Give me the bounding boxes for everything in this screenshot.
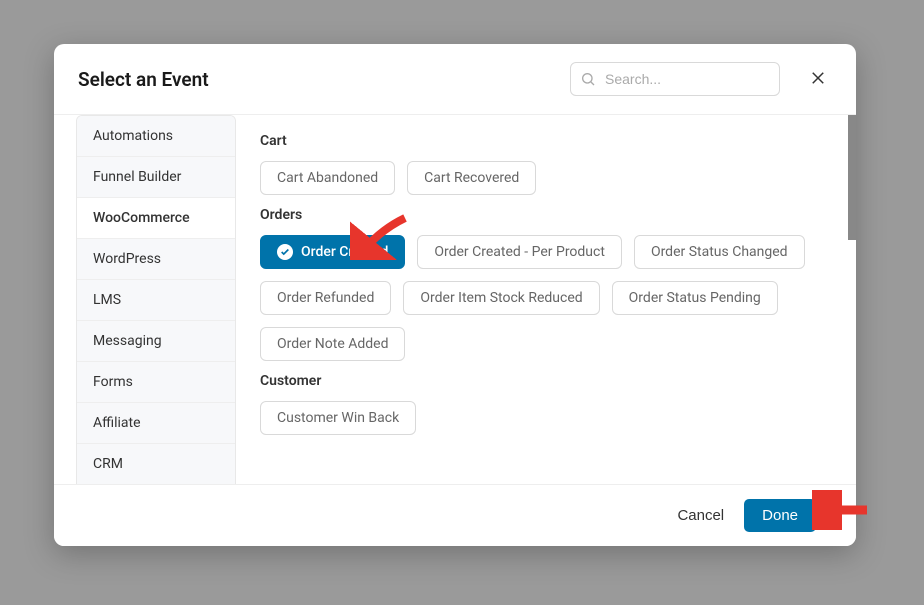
sidebar-item-wordpress[interactable]: WordPress [77,239,235,280]
sidebar-item-affiliate[interactable]: Affiliate [77,403,235,444]
chip-label: Cart Recovered [424,170,519,186]
sidebar-item-forms[interactable]: Forms [77,362,235,403]
sidebar-item-funnel-builder[interactable]: Funnel Builder [77,157,235,198]
done-button[interactable]: Done [744,499,816,532]
section-label: Orders [260,207,832,223]
chip-label: Order Created [301,244,388,260]
sidebar-item-label: WordPress [93,251,161,267]
chip-label: Order Item Stock Reduced [420,290,582,306]
event-chip-order-created[interactable]: Order Created [260,235,405,269]
event-chip-order-status-changed[interactable]: Order Status Changed [634,235,805,269]
close-icon [809,69,827,90]
search-input[interactable] [570,62,780,96]
sidebar-item-label: Funnel Builder [93,169,181,185]
chip-label: Order Status Changed [651,244,788,260]
chip-row: Customer Win Back [260,401,832,435]
sidebar-item-messaging[interactable]: Messaging [77,321,235,362]
sidebar-item-lms[interactable]: LMS [77,280,235,321]
event-chip-cart-recovered[interactable]: Cart Recovered [407,161,536,195]
sidebar-item-label: Messaging [93,333,162,349]
event-chip-order-item-stock-reduced[interactable]: Order Item Stock Reduced [403,281,599,315]
select-event-modal: Select an Event Automations Funnel Builde… [54,44,856,546]
sidebar-item-label: Forms [93,374,133,390]
chip-row: Cart Abandoned Cart Recovered [260,161,832,195]
event-chip-customer-win-back[interactable]: Customer Win Back [260,401,416,435]
modal-footer: Cancel Done [54,484,856,546]
sidebar[interactable]: Automations Funnel Builder WooCommerce Word… [76,115,236,484]
modal-body: Automations Funnel Builder WooCommerce Word… [54,114,856,484]
chip-label: Customer Win Back [277,410,399,426]
event-chip-cart-abandoned[interactable]: Cart Abandoned [260,161,395,195]
event-chip-order-status-pending[interactable]: Order Status Pending [612,281,778,315]
sidebar-item-label: Automations [93,128,173,144]
chip-label: Order Created - Per Product [434,244,605,260]
sidebar-item-label: LMS [93,292,121,308]
chip-label: Cart Abandoned [277,170,378,186]
modal-title: Select an Event [78,68,556,91]
sidebar-item-woocommerce[interactable]: WooCommerce [77,198,235,239]
check-icon [277,244,293,260]
chip-row: Order Created Order Created - Per Product… [260,235,832,361]
chip-label: Order Status Pending [629,290,761,306]
section-label: Cart [260,133,832,149]
sidebar-item-crm[interactable]: CRM [77,444,235,484]
scrollbar-thumb[interactable] [848,115,856,240]
search-wrap [570,62,780,96]
event-chip-order-refunded[interactable]: Order Refunded [260,281,391,315]
close-button[interactable] [804,65,832,93]
event-chip-order-created-per-product[interactable]: Order Created - Per Product [417,235,622,269]
chip-label: Order Refunded [277,290,374,306]
sidebar-item-label: WooCommerce [93,210,190,226]
sidebar-item-label: Affiliate [93,415,141,431]
event-content[interactable]: Cart Cart Abandoned Cart Recovered Orders Or… [236,115,856,484]
modal-header: Select an Event [54,44,856,114]
section-label: Customer [260,373,832,389]
sidebar-item-label: CRM [93,456,123,472]
search-icon [580,71,596,87]
event-chip-order-note-added[interactable]: Order Note Added [260,327,405,361]
chip-label: Order Note Added [277,336,388,352]
sidebar-item-automations[interactable]: Automations [77,116,235,157]
cancel-button[interactable]: Cancel [677,507,724,524]
